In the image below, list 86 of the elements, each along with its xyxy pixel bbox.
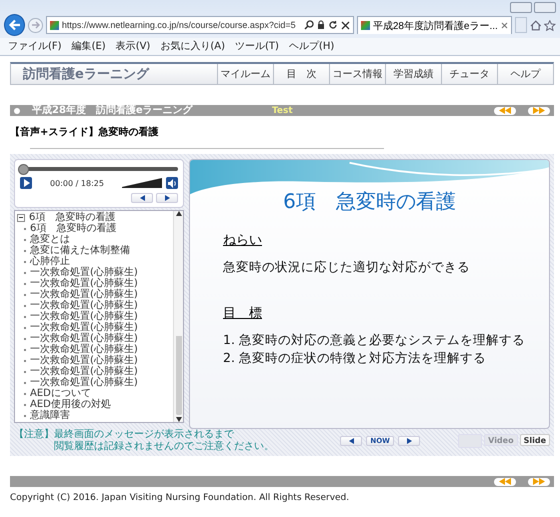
tree-item[interactable]: 一次救命処置(心肺蘇生) bbox=[17, 278, 171, 289]
collapse-toggle[interactable] bbox=[17, 214, 25, 222]
tree-item[interactable]: 一次救命処置(心肺蘇生) bbox=[17, 322, 171, 333]
fast-forward-icon bbox=[532, 478, 546, 485]
view-mode-button[interactable]: Slide bbox=[520, 434, 550, 446]
progress-handle[interactable] bbox=[18, 164, 29, 175]
progress-slider[interactable] bbox=[20, 164, 178, 174]
tree-item[interactable]: AEDについて bbox=[17, 388, 171, 399]
tree-item[interactable]: 意識障害 bbox=[17, 410, 171, 421]
site-logo: 訪問看護eラーニング bbox=[22, 66, 150, 84]
close-icon[interactable] bbox=[340, 20, 350, 30]
forward-arrow-icon bbox=[30, 20, 41, 30]
tree-item[interactable]: 一次救命処置(心肺蘇生) bbox=[17, 267, 171, 278]
copyright-text: Copyright (C) 2016. Japan Visiting Nursing Foundation. All Rights Reserved. bbox=[10, 493, 350, 503]
menu-item[interactable]: ツール(T) bbox=[235, 39, 279, 53]
slide-title: 6項 急変時の看護 bbox=[282, 188, 457, 215]
rewind-icon bbox=[498, 107, 512, 114]
play-icon bbox=[22, 179, 30, 187]
back-button[interactable] bbox=[4, 14, 26, 36]
right-triangle-icon bbox=[164, 195, 170, 201]
slide-text: 2. 急変時の症状の特徴と対応方法を理解する bbox=[223, 349, 487, 367]
time-display: 00:00 / 18:25 bbox=[49, 178, 105, 188]
left-triangle-icon bbox=[140, 195, 144, 201]
tree-item[interactable]: 一次救命処置(心肺蘇生) bbox=[17, 355, 171, 366]
nav-button[interactable]: ヘルプ bbox=[497, 64, 553, 84]
back-arrow-icon bbox=[8, 18, 22, 32]
next-page-button[interactable] bbox=[528, 478, 550, 486]
tree-item[interactable]: 心肺停止 bbox=[17, 256, 171, 267]
home-icon[interactable] bbox=[530, 20, 542, 30]
tree-item[interactable]: 一次救命処置(心肺蘇生) bbox=[17, 311, 171, 322]
tree-item[interactable]: 6項 急変時の看護 bbox=[17, 212, 171, 223]
tree-item[interactable]: 一次救命処置(心肺蘇生) bbox=[17, 300, 171, 311]
tree-item[interactable]: 一次救命処置(心肺蘇生) bbox=[17, 289, 171, 300]
previous-slide-button[interactable] bbox=[340, 436, 362, 446]
nav-button[interactable]: 学習成績 bbox=[385, 64, 441, 84]
previous-button[interactable] bbox=[131, 193, 153, 203]
notice-text: 【注意】最終画面のメッセージが表示されるまで 閲覧履歴は記録されませんのでご注意ください。 bbox=[14, 429, 274, 453]
refresh-icon[interactable] bbox=[328, 20, 338, 30]
volume-slider[interactable] bbox=[122, 178, 162, 188]
speaker-icon bbox=[168, 178, 176, 188]
nav-button[interactable]: 目 次 bbox=[273, 64, 329, 84]
browser-tab[interactable]: 平成28年度訪問看護eラー... bbox=[356, 16, 512, 34]
tree-item[interactable]: 一次救命処置(心肺蘇生) bbox=[17, 333, 171, 344]
fast-forward-icon bbox=[532, 107, 546, 114]
menu-item[interactable]: 編集(E) bbox=[72, 39, 106, 53]
star-icon[interactable] bbox=[544, 20, 556, 30]
next-slide-button[interactable] bbox=[398, 436, 420, 446]
tree-item[interactable]: 6項 急変時の看護 bbox=[17, 223, 171, 234]
site-favicon-icon bbox=[360, 21, 370, 30]
next-button[interactable] bbox=[156, 193, 178, 203]
scroll-down-icon[interactable] bbox=[176, 417, 182, 422]
tree-item[interactable]: 急変とは bbox=[17, 234, 171, 245]
lock-icon[interactable] bbox=[316, 20, 325, 30]
tree-item[interactable]: 一次救命処置(心肺蘇生) bbox=[17, 366, 171, 377]
next-page-button[interactable] bbox=[528, 106, 550, 114]
tree-item[interactable]: 急変に備えた体制整備 bbox=[17, 245, 171, 256]
scrollbar[interactable] bbox=[173, 211, 183, 422]
previous-page-button[interactable] bbox=[494, 106, 516, 114]
slide-text: 1. 急変時の対応の意義と必要なシステムを理解する bbox=[223, 331, 526, 349]
lesson-title: 【音声+スライド】急変時の看護 bbox=[10, 125, 160, 139]
volume-button[interactable] bbox=[166, 177, 178, 189]
menu-item[interactable]: ファイル(F) bbox=[8, 39, 62, 53]
nav-button[interactable]: マイルーム bbox=[217, 64, 273, 84]
nav-button[interactable]: コース情報 bbox=[329, 64, 385, 84]
menu-item[interactable]: お気に入り(A) bbox=[160, 39, 225, 53]
tree-item[interactable]: 一次救命処置(心肺蘇生) bbox=[17, 344, 171, 355]
previous-page-button[interactable] bbox=[494, 478, 516, 486]
site-favicon-icon bbox=[50, 20, 59, 30]
mode-label: Test bbox=[270, 106, 294, 116]
course-title: 平成28年度 訪問看護eラーニング bbox=[32, 105, 193, 116]
search-icon[interactable] bbox=[304, 20, 314, 30]
left-triangle-icon bbox=[348, 438, 354, 444]
scroll-up-icon[interactable] bbox=[176, 211, 182, 216]
section-heading: 目 標 bbox=[223, 305, 262, 322]
address-bar[interactable]: https://www.netlearning.co.jp/ns/course/course.aspx?cid=5 bbox=[46, 16, 354, 34]
right-triangle-icon bbox=[406, 438, 412, 444]
menu-item[interactable]: ヘルプ(H) bbox=[288, 39, 334, 53]
menu-item[interactable]: 表示(V) bbox=[116, 39, 150, 53]
play-button[interactable] bbox=[20, 177, 32, 189]
rewind-icon bbox=[498, 478, 512, 485]
bullet-icon bbox=[14, 108, 20, 114]
section-heading: ねらい bbox=[223, 232, 262, 249]
tree-item[interactable]: AED使用後の対処 bbox=[17, 399, 171, 410]
slide-text: 急変時の状況に応じた適切な対応ができる bbox=[223, 258, 471, 276]
tree-item[interactable]: 一次救命処置(心肺蘇生) bbox=[17, 377, 171, 388]
nav-button[interactable]: チュータ bbox=[441, 64, 497, 84]
